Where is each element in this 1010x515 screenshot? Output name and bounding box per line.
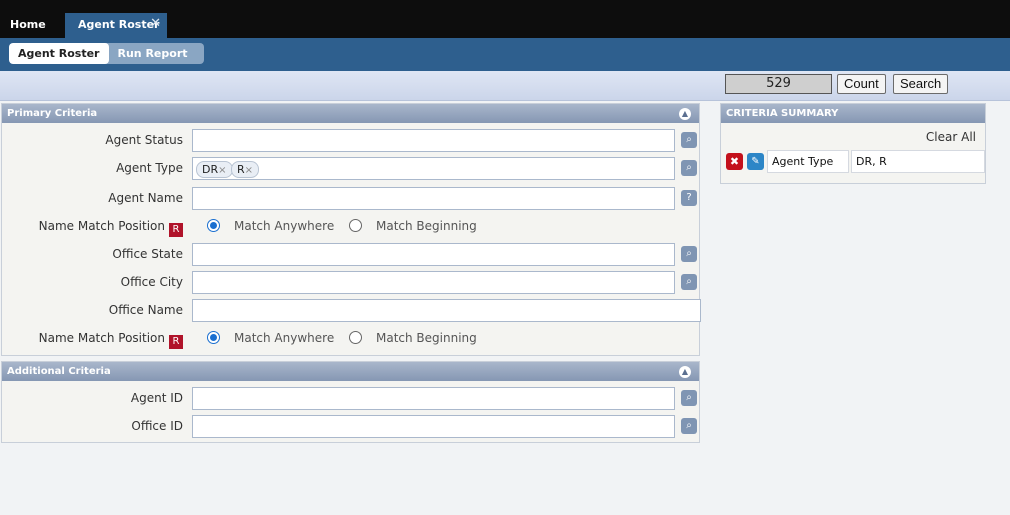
criteria-summary-header: CRITERIA SUMMARY [721,104,985,123]
agent-status-row: Agent Status ⌕ [2,129,701,153]
magnifier-icon[interactable]: ⌕ [681,132,697,148]
name-match-position-label: Name Match Position R [39,219,183,237]
count-button[interactable]: Count [837,74,886,94]
remove-chip-icon[interactable]: × [245,165,253,176]
agent-type-chip-dr[interactable]: DR× [196,161,233,178]
magnifier-icon[interactable]: ⌕ [681,390,697,406]
name-match-position-row: Name Match Position R Match Anywhere Matc… [2,215,701,239]
office-id-label: Office ID [131,419,183,433]
office-state-input[interactable] [192,243,675,266]
tab-agent-roster[interactable]: Agent Roster ✕ [65,13,167,38]
summary-value: DR, R [851,150,985,173]
close-icon[interactable]: ✕ [150,12,161,36]
help-icon[interactable]: ? [681,190,697,206]
office-id-input[interactable] [192,415,675,438]
tab-home[interactable]: Home [0,14,52,38]
match-beginning-label: Match Beginning [376,331,477,345]
additional-criteria-header: Additional Criteria ▲ [2,362,699,381]
primary-criteria-header: Primary Criteria ▲ [2,104,699,123]
office-name-label: Office Name [108,303,183,317]
office-city-label: Office City [120,275,183,289]
summary-key: Agent Type [767,150,849,173]
chevron-up-icon[interactable]: ▲ [679,108,691,120]
primary-criteria-title: Primary Criteria [7,108,98,119]
primary-criteria-panel: Primary Criteria ▲ Agent Status ⌕ Agent … [1,103,701,356]
match-anywhere-label: Match Anywhere [234,219,335,233]
agent-name-label: Agent Name [108,191,183,205]
match-anywhere-label: Match Anywhere [234,331,335,345]
criteria-summary-panel: CRITERIA SUMMARY Clear All ✖ ✎ Agent Typ… [720,103,986,184]
office-state-row: Office State ⌕ [2,243,701,267]
agent-status-label: Agent Status [105,133,183,147]
office-state-label: Office State [112,247,183,261]
pencil-icon[interactable]: ✎ [747,153,764,170]
chevron-up-icon[interactable]: ▲ [679,366,691,378]
office-name-input[interactable] [192,299,701,322]
sub-nav-buttons: Agent Roster Run Report [9,43,204,64]
agent-type-row: Agent Type DR× R× ⌕ [2,157,701,181]
required-badge: R [169,335,183,349]
sub-nav-agent-roster[interactable]: Agent Roster [9,43,109,64]
agent-name-input[interactable] [192,187,675,210]
remove-chip-icon[interactable]: × [218,165,226,176]
agent-type-label: Agent Type [116,161,183,175]
summary-row: ✖ ✎ Agent Type DR, R [724,150,986,173]
agent-id-input[interactable] [192,387,675,410]
delete-icon[interactable]: ✖ [726,153,743,170]
top-tab-bar: Home Agent Roster ✕ [0,0,1010,38]
additional-criteria-panel: Additional Criteria ▲ Agent ID ⌕ Office … [1,361,700,443]
office-id-row: Office ID ⌕ [2,415,701,439]
name-match-position-label: Name Match Position R [39,331,183,349]
tab-agent-roster-label: Agent Roster [78,18,160,31]
match-beginning-label: Match Beginning [376,219,477,233]
match-beginning-radio[interactable] [349,331,362,344]
sub-navigation: Agent Roster Run Report [0,38,1010,71]
sub-nav-run-report[interactable]: Run Report [109,43,204,64]
magnifier-icon[interactable]: ⌕ [681,274,697,290]
match-anywhere-radio[interactable] [207,331,220,344]
agent-status-input[interactable] [192,129,675,152]
additional-criteria-title: Additional Criteria [7,366,111,377]
office-name-row: Office Name [2,299,701,323]
office-city-input[interactable] [192,271,675,294]
agent-id-label: Agent ID [130,391,183,405]
magnifier-icon[interactable]: ⌕ [681,160,697,176]
required-badge: R [169,223,183,237]
toolbar: 529 Count Search [0,71,1010,101]
agent-type-chip-r[interactable]: R× [231,161,260,178]
office-name-match-position-row: Name Match Position R Match Anywhere Matc… [2,327,701,351]
magnifier-icon[interactable]: ⌕ [681,246,697,262]
office-city-row: Office City ⌕ [2,271,701,295]
clear-all-link[interactable]: Clear All [926,130,976,144]
magnifier-icon[interactable]: ⌕ [681,418,697,434]
match-anywhere-radio[interactable] [207,219,220,232]
search-button[interactable]: Search [893,74,949,94]
match-beginning-radio[interactable] [349,219,362,232]
agent-name-row: Agent Name ? [2,187,701,211]
agent-type-input[interactable]: DR× R× [192,157,675,180]
agent-id-row: Agent ID ⌕ [2,387,701,411]
result-count-display: 529 [725,74,832,94]
